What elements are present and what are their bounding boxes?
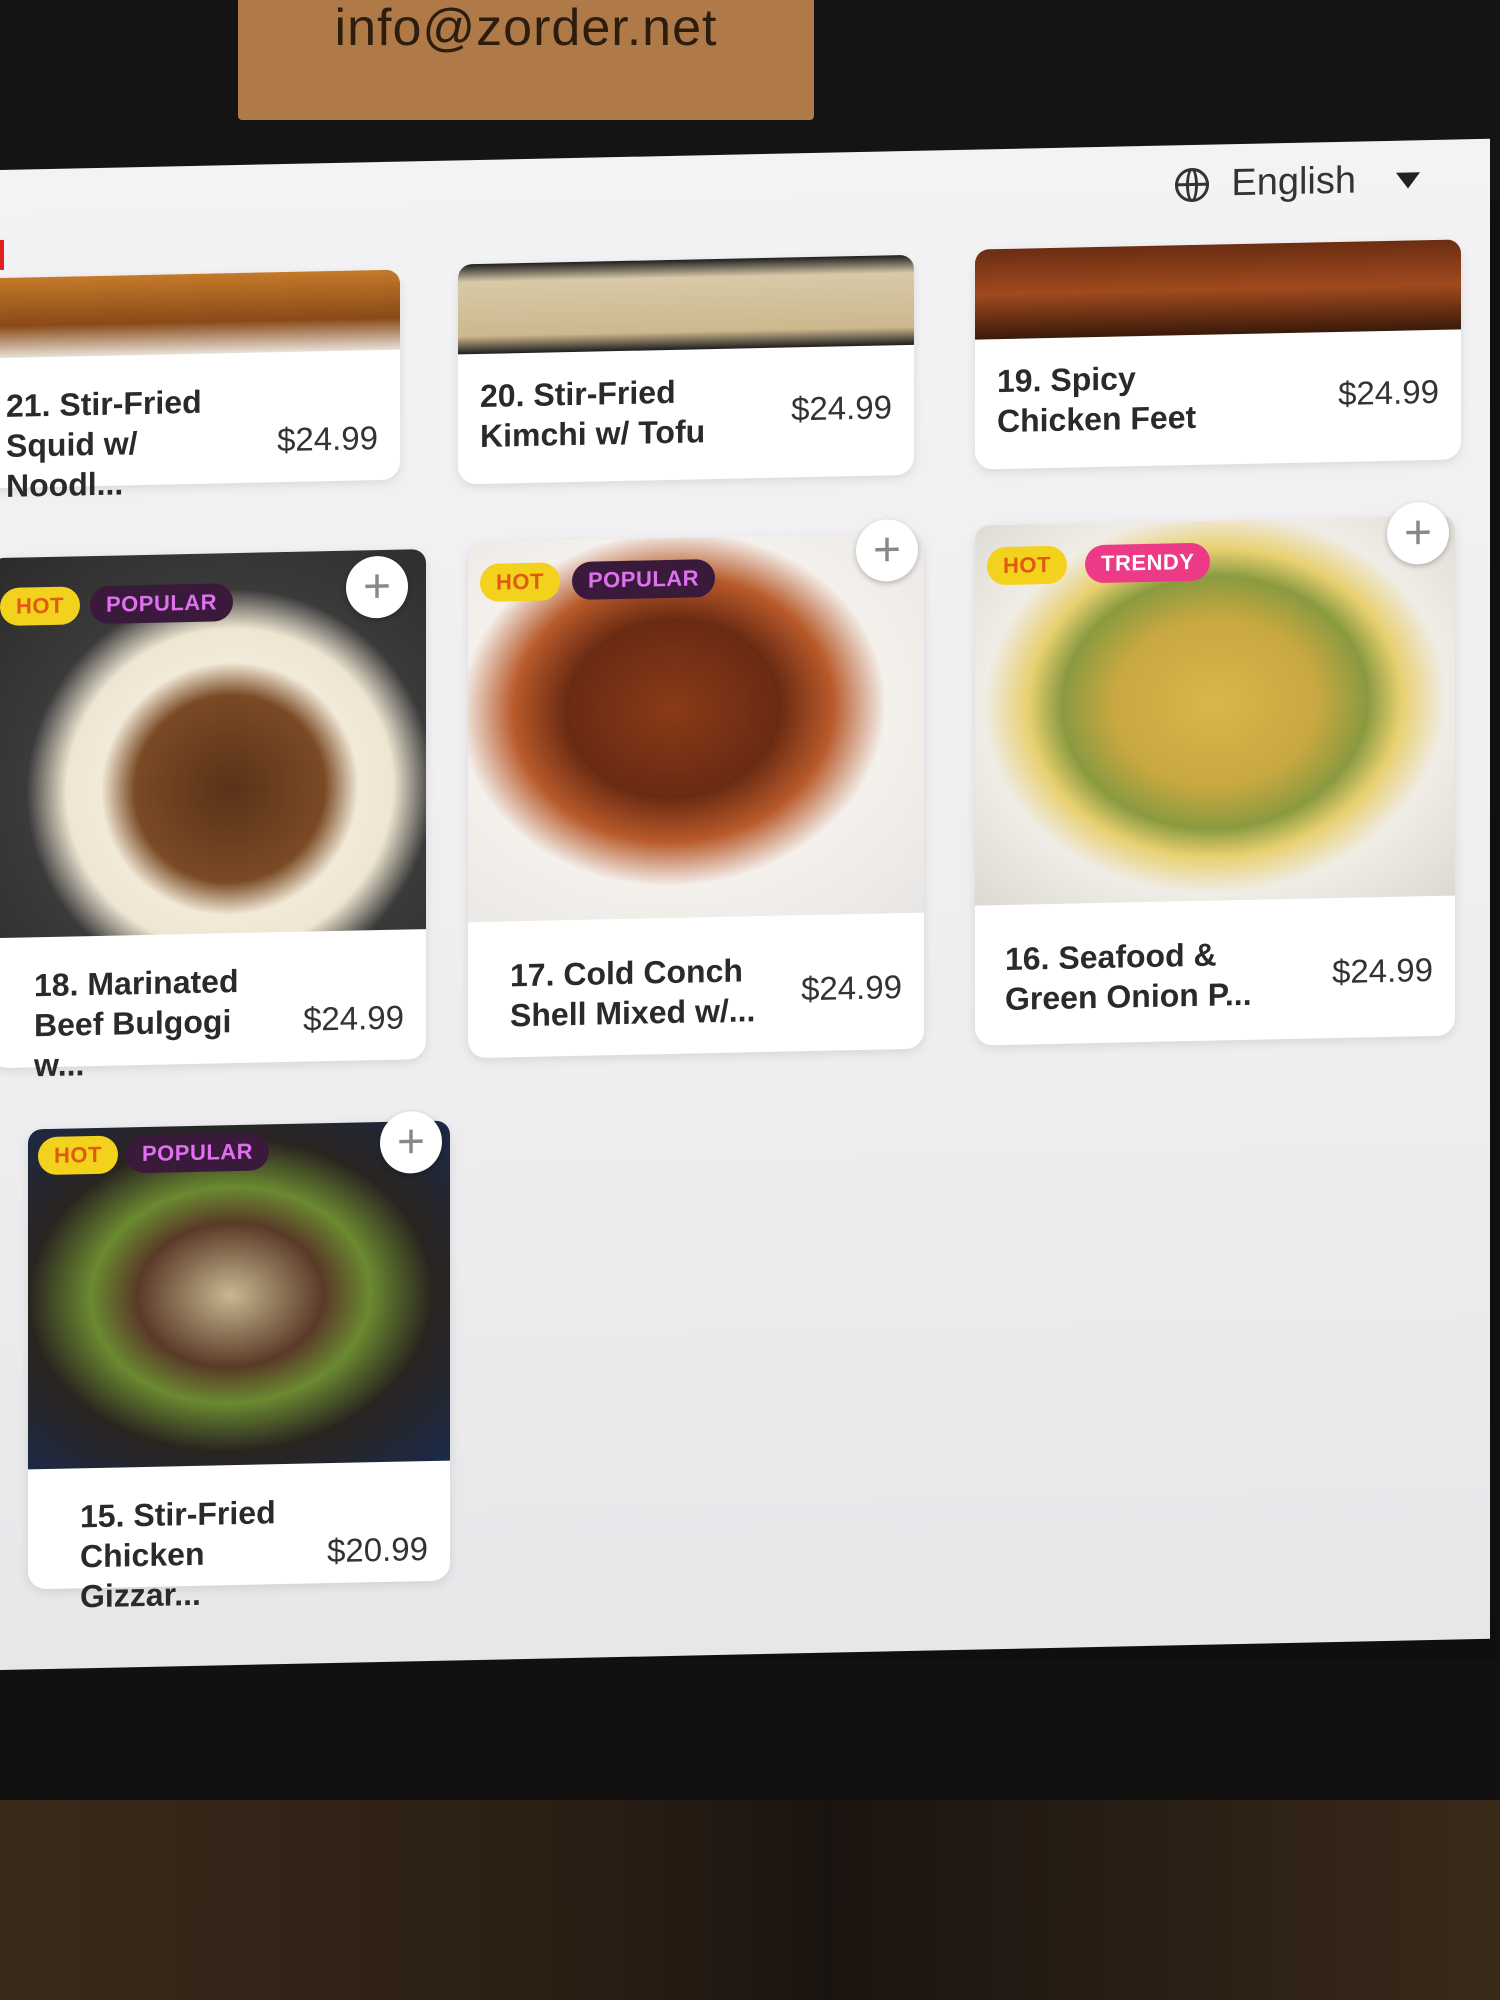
item-name: 21. Stir-Fried Squid w/ Noodl... [6, 383, 202, 504]
item-name: 17. Cold Conch Shell Mixed w/... [510, 952, 756, 1034]
food-image [975, 239, 1461, 340]
menu-item-card[interactable]: HOT POPULAR + 18. Marinated Beef Bulgogi… [0, 549, 426, 1083]
kiosk-screen: English 21. Stir-Fried Squid w/ Noodl...… [0, 138, 1490, 1671]
desk-surface [0, 1800, 1500, 2000]
active-category-marker [0, 239, 4, 270]
popular-badge: POPULAR [90, 583, 234, 625]
trendy-badge: TRENDY [1085, 542, 1211, 584]
hot-badge: HOT [0, 586, 80, 626]
item-name: 16. Seafood & Green Onion P... [1005, 936, 1252, 1017]
item-name: 15. Stir-Fried Chicken Gizzar... [80, 1494, 276, 1615]
food-image [458, 254, 914, 355]
item-name: 20. Stir-Fried Kimchi w/ Tofu [480, 373, 706, 454]
menu-item-card[interactable]: HOT TRENDY + 16. Seafood & Green Onion P… [975, 501, 1455, 1046]
item-price: $24.99 [277, 419, 378, 459]
item-price: $24.99 [1332, 950, 1433, 991]
hot-badge: HOT [480, 562, 560, 602]
language-label: English [1231, 159, 1356, 205]
popular-badge: POPULAR [126, 1132, 270, 1174]
language-selector[interactable]: English [1175, 158, 1420, 206]
menu-item-card[interactable]: 21. Stir-Fried Squid w/ Noodl... $24.99 [0, 269, 400, 504]
item-price: $24.99 [1338, 372, 1439, 412]
hot-badge: HOT [38, 1135, 118, 1176]
item-price: $20.99 [327, 1530, 428, 1570]
menu-item-card[interactable]: 20. Stir-Fried Kimchi w/ Tofu $24.99 [458, 254, 914, 485]
globe-icon [1175, 167, 1210, 202]
contact-sticker: info@zorder.net [238, 0, 814, 120]
hot-badge: HOT [987, 545, 1067, 586]
sticker-text: info@zorder.net [334, 0, 718, 57]
item-price: $24.99 [791, 388, 892, 428]
item-price: $24.99 [801, 968, 902, 1008]
item-name: 18. Marinated Beef Bulgogi w... [34, 963, 239, 1084]
menu-item-card[interactable]: HOT POPULAR + 17. Cold Conch Shell Mixed… [468, 518, 924, 1059]
food-image [0, 269, 400, 359]
chevron-down-icon [1396, 171, 1420, 189]
menu-item-card[interactable]: 19. Spicy Chicken Feet $24.99 [975, 239, 1461, 470]
item-name: 19. Spicy Chicken Feet [997, 360, 1197, 440]
popular-badge: POPULAR [572, 559, 716, 601]
item-price: $24.99 [303, 998, 404, 1038]
menu-item-card[interactable]: HOT POPULAR + 15. Stir-Fried Chicken Giz… [28, 1110, 450, 1614]
